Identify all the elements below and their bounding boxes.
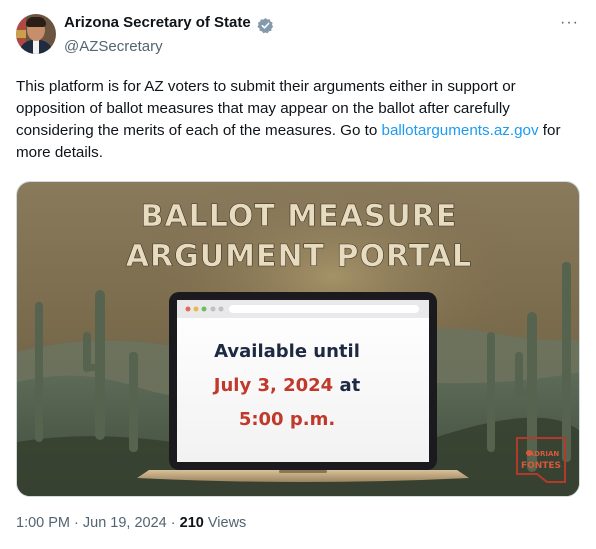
views-label: Views [203,515,247,531]
media-headline-line2: ARGUMENT PORTAL [126,239,472,274]
badge-line2: FONTES [521,461,561,471]
browser-minimize-dot [193,306,199,312]
more-options-icon[interactable]: ··· [560,15,578,31]
author-handle[interactable]: @AZSecretary [64,38,163,55]
tweet-link[interactable]: ballotarguments.az.gov [382,122,539,139]
badge-line1: ADRIAN [529,450,560,458]
tweet: Arizona Secretary of State @AZSecretary … [0,0,596,549]
browser-maximize-dot [201,306,207,312]
tweet-media-image[interactable]: BALLOT MEASURE ARGUMENT PORTAL Available… [16,181,580,497]
meta-separator-2: · [166,515,180,531]
meta-separator-1: · [70,515,83,531]
tweet-date[interactable]: Jun 19, 2024 [83,515,167,531]
laptop-date-line: July 3, 2024 at [212,375,361,396]
author-avatar[interactable] [16,14,56,54]
tweet-text: This platform is for AZ voters to submit… [16,76,581,164]
laptop-available-until: Available until [214,341,360,362]
media-headline-line1: BALLOT MEASURE [141,199,458,234]
tweet-timestamp: 1:00 PM · Jun 19, 2024 · 210 Views [16,515,246,531]
browser-close-dot [185,306,191,312]
laptop-date: July 3, 2024 [212,375,333,396]
author-display-name[interactable]: Arizona Secretary of State [64,14,251,31]
laptop-at: at [333,375,360,396]
views-count: 210 [179,515,204,531]
verified-badge-icon[interactable] [257,17,274,34]
tweet-time[interactable]: 1:00 PM [16,515,70,531]
laptop-time: 5:00 p.m. [239,409,335,430]
